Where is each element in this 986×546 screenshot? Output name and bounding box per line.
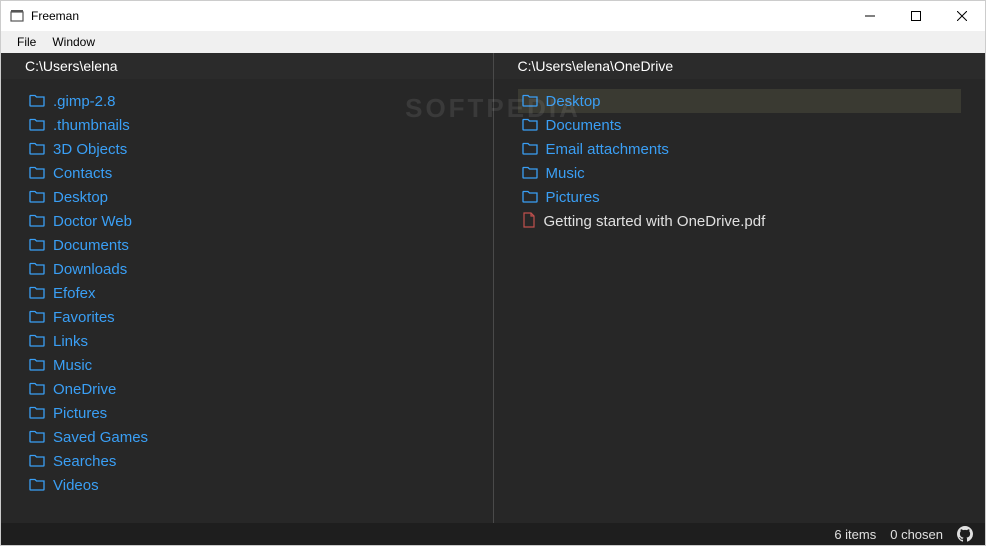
file-entry[interactable]: .gimp-2.8 <box>25 89 469 113</box>
file-name: Videos <box>53 477 99 494</box>
file-name: Pictures <box>546 189 600 206</box>
file-name: Documents <box>53 237 129 254</box>
folder-icon <box>29 141 45 158</box>
folder-icon <box>29 93 45 110</box>
app-icon <box>9 8 25 24</box>
file-entry[interactable]: Videos <box>25 473 469 497</box>
right-pane-body[interactable]: Desktop Documents Email attachments Music Pi… <box>494 79 986 523</box>
file-name: Documents <box>546 117 622 134</box>
file-entry[interactable]: Music <box>518 161 962 185</box>
folder-icon <box>29 453 45 470</box>
left-pane-body[interactable]: .gimp-2.8 .thumbnails 3D Objects Contacts De… <box>1 79 493 523</box>
folder-icon <box>29 405 45 422</box>
file-name: 3D Objects <box>53 141 127 158</box>
file-name: Favorites <box>53 309 115 326</box>
file-name: Downloads <box>53 261 127 278</box>
file-name: Desktop <box>546 93 601 110</box>
folder-icon <box>522 117 538 134</box>
right-pane: C:\Users\elena\OneDrive Desktop Documents… <box>494 53 986 523</box>
file-name: Saved Games <box>53 429 148 446</box>
file-entry[interactable]: Desktop <box>518 89 962 113</box>
close-button[interactable] <box>939 1 985 31</box>
file-entry[interactable]: Downloads <box>25 257 469 281</box>
file-name: Links <box>53 333 88 350</box>
file-entry[interactable]: Saved Games <box>25 425 469 449</box>
right-pane-path[interactable]: C:\Users\elena\OneDrive <box>494 53 986 79</box>
folder-icon <box>29 333 45 350</box>
file-entry[interactable]: Searches <box>25 449 469 473</box>
folder-icon <box>29 381 45 398</box>
folder-icon <box>29 261 45 278</box>
file-name: Pictures <box>53 405 107 422</box>
menu-file[interactable]: File <box>9 33 44 51</box>
file-entry[interactable]: Contacts <box>25 161 469 185</box>
folder-icon <box>522 93 538 110</box>
file-name: OneDrive <box>53 381 116 398</box>
left-pane: C:\Users\elena .gimp-2.8 .thumbnails 3D Ob… <box>1 53 494 523</box>
left-pane-path[interactable]: C:\Users\elena <box>1 53 493 79</box>
file-entry[interactable]: .thumbnails <box>25 113 469 137</box>
folder-icon <box>29 213 45 230</box>
folder-icon <box>522 165 538 182</box>
folder-icon <box>29 309 45 326</box>
file-entry[interactable]: Links <box>25 329 469 353</box>
file-entry[interactable]: Documents <box>25 233 469 257</box>
window-title: Freeman <box>31 9 847 23</box>
folder-icon <box>29 189 45 206</box>
file-name: Music <box>53 357 92 374</box>
file-entry[interactable]: Music <box>25 353 469 377</box>
file-entry[interactable]: Email attachments <box>518 137 962 161</box>
dual-pane-container: C:\Users\elena .gimp-2.8 .thumbnails 3D Ob… <box>1 53 985 523</box>
folder-icon <box>29 477 45 494</box>
folder-icon <box>29 237 45 254</box>
file-entry[interactable]: Pictures <box>25 401 469 425</box>
file-entry[interactable]: Getting started with OneDrive.pdf <box>518 209 962 233</box>
folder-icon <box>29 429 45 446</box>
file-entry[interactable]: Efofex <box>25 281 469 305</box>
folder-icon <box>522 141 538 158</box>
main-area: C:\Users\elena .gimp-2.8 .thumbnails 3D Ob… <box>1 53 985 545</box>
file-name: .thumbnails <box>53 117 130 134</box>
folder-icon <box>29 285 45 302</box>
file-entry[interactable]: Desktop <box>25 185 469 209</box>
file-entry[interactable]: Doctor Web <box>25 209 469 233</box>
window-titlebar: Freeman <box>1 1 985 31</box>
github-icon[interactable] <box>957 526 973 542</box>
folder-icon <box>29 357 45 374</box>
pdf-file-icon <box>522 212 536 231</box>
file-name: Music <box>546 165 585 182</box>
file-entry[interactable]: OneDrive <box>25 377 469 401</box>
menu-window[interactable]: Window <box>44 33 103 51</box>
file-name: Getting started with OneDrive.pdf <box>544 213 766 230</box>
file-name: Desktop <box>53 189 108 206</box>
file-entry[interactable]: Favorites <box>25 305 469 329</box>
window-controls <box>847 1 985 31</box>
file-entry[interactable]: Pictures <box>518 185 962 209</box>
minimize-button[interactable] <box>847 1 893 31</box>
file-name: Contacts <box>53 165 112 182</box>
file-entry[interactable]: 3D Objects <box>25 137 469 161</box>
file-entry[interactable]: Documents <box>518 113 962 137</box>
folder-icon <box>522 189 538 206</box>
statusbar: 6 items 0 chosen <box>1 523 985 545</box>
file-name: Email attachments <box>546 141 669 158</box>
folder-icon <box>29 165 45 182</box>
folder-icon <box>29 117 45 134</box>
menubar: File Window <box>1 31 985 53</box>
file-name: Doctor Web <box>53 213 132 230</box>
maximize-button[interactable] <box>893 1 939 31</box>
status-items-count: 6 items <box>834 527 876 542</box>
file-name: Searches <box>53 453 116 470</box>
file-name: Efofex <box>53 285 96 302</box>
file-name: .gimp-2.8 <box>53 93 116 110</box>
status-chosen-count: 0 chosen <box>890 527 943 542</box>
